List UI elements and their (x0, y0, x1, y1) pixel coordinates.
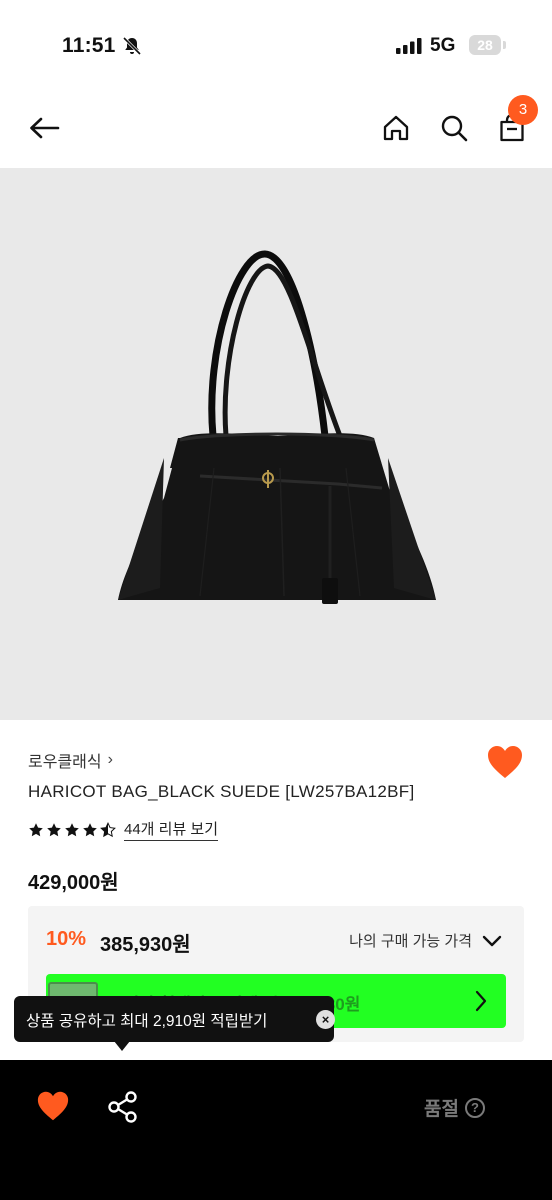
help-icon[interactable]: ? (464, 1097, 485, 1118)
soldout-label: 품절 (424, 1099, 459, 1120)
back-button[interactable] (22, 106, 66, 150)
soldout-status: 품절 ? (424, 1094, 485, 1121)
battery-icon: 28 (469, 35, 501, 55)
top-navigation: 3 (0, 92, 552, 168)
product-image[interactable] (0, 168, 552, 720)
my-price-label: 나의 구매 가능 가격 (349, 933, 472, 950)
signal-icon (396, 38, 422, 54)
chevron-right-icon (475, 990, 487, 1012)
bell-muted-icon (122, 36, 142, 56)
star-half-icon (100, 821, 116, 837)
star-full-icon (29, 822, 43, 836)
discount-price: 385,930원 (100, 934, 191, 956)
status-time: 11:51 (62, 34, 116, 57)
arrow-left-icon (30, 117, 60, 139)
search-button[interactable] (434, 108, 474, 148)
rating-row: 44개 리뷰 보기 (28, 818, 219, 841)
tooltip-pointer (114, 1041, 130, 1051)
star-full-icon (65, 822, 79, 836)
home-button[interactable] (376, 108, 416, 148)
close-icon[interactable]: × (316, 1010, 335, 1029)
star-full-icon (47, 822, 61, 836)
heart-icon[interactable] (486, 744, 524, 780)
original-price: 429,000원 (28, 872, 119, 894)
cart-count-badge: 3 (508, 95, 538, 125)
brand-name: 로우클래식 (28, 754, 102, 771)
product-title: HARICOT BAG_BLACK SUEDE [LW257BA12BF] (28, 782, 415, 801)
tooltip-text: 상품 공유하고 최대 2,910원 적립받기 (26, 1013, 268, 1030)
my-price-toggle[interactable]: 나의 구매 가능 가격 (349, 930, 502, 951)
network-type: 5G (430, 35, 456, 56)
star-rating (28, 821, 116, 838)
share-reward-tooltip: 상품 공유하고 최대 2,910원 적립받기 × (14, 996, 335, 1042)
star-full-icon (83, 822, 97, 836)
status-bar: 11:51 5G 28 (0, 0, 552, 92)
share-icon[interactable] (106, 1090, 140, 1124)
chevron-right-icon: › (107, 751, 113, 768)
battery-tip (503, 41, 506, 49)
search-icon (441, 115, 468, 142)
discount-rate: 10% (46, 928, 87, 950)
home-icon (383, 115, 409, 141)
review-link[interactable]: 44개 리뷰 보기 (124, 818, 219, 841)
bottom-action-bar: 품절 ? (0, 1060, 552, 1200)
heart-icon[interactable] (36, 1090, 70, 1122)
tote-bag-illustration (118, 250, 436, 604)
chevron-down-icon (482, 935, 502, 946)
brand-link[interactable]: 로우클래식 › (28, 748, 113, 772)
